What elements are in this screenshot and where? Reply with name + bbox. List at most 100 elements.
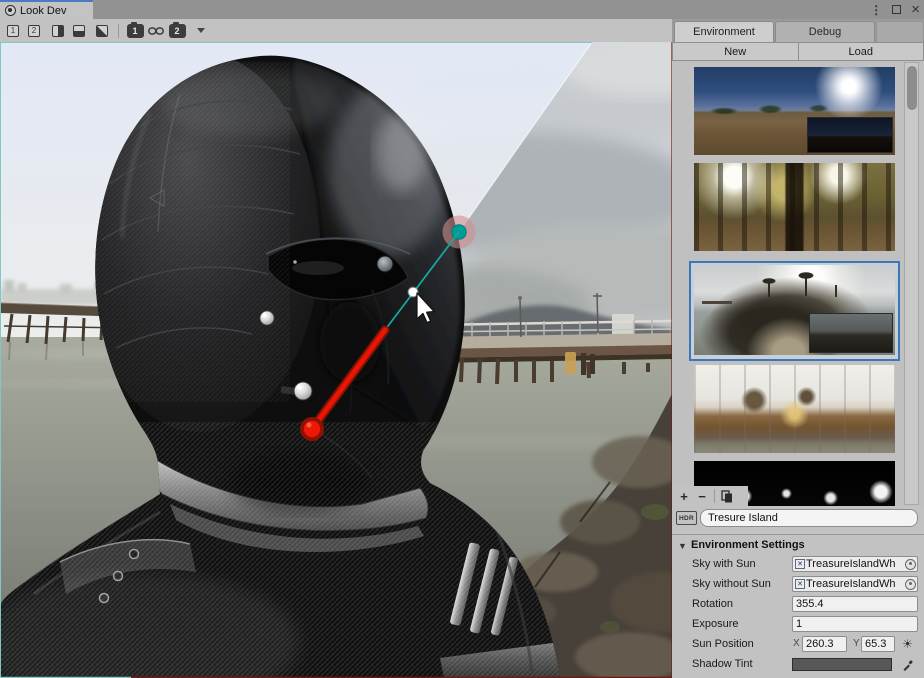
split-horizontal-icon: [73, 25, 85, 37]
lookdev-render[interactable]: [0, 42, 672, 678]
sky-with-sun-label: Sky with Sun: [692, 558, 756, 570]
camera-1-icon: 1: [127, 24, 144, 38]
eye-icon: [5, 5, 16, 16]
sun-position-label: Sun Position: [692, 638, 754, 650]
hdri-inset-preview: [807, 117, 893, 153]
link-icon: [148, 26, 164, 36]
tab-debug[interactable]: Debug: [775, 21, 875, 42]
split-zone-view-button[interactable]: [92, 22, 112, 40]
palm-canopy: [762, 278, 776, 284]
eyedropper-icon: [902, 658, 915, 671]
rotation-input[interactable]: [792, 596, 918, 612]
hdri-inset-preview: [809, 313, 893, 353]
tab-debug-label: Debug: [809, 26, 841, 38]
lookdev-window: Look Dev ⋮ × 1 2 1 2: [0, 0, 924, 678]
sky-with-sun-value: TreasureIslandWh: [806, 558, 905, 570]
hdr-badge: HDR: [676, 511, 697, 525]
environment-settings-header[interactable]: ▼ Environment Settings: [672, 538, 924, 554]
split-horizontal-view-button[interactable]: [69, 22, 89, 40]
hdri-list-toolbar: + −: [672, 486, 748, 506]
hdri-thumbnail-forest[interactable]: [694, 163, 895, 251]
view-1-icon: 1: [7, 25, 19, 37]
thumbnail-scrollbar[interactable]: [904, 62, 919, 505]
load-button[interactable]: Load: [799, 42, 924, 61]
split-vertical-icon: [52, 25, 64, 37]
shadow-tint-row: Shadow Tint: [672, 655, 924, 675]
sun-y-input[interactable]: [861, 636, 895, 652]
sky-without-sun-object-field[interactable]: ✕ TreasureIslandWh: [792, 576, 918, 592]
shadow-tint-swatch[interactable]: [792, 658, 892, 671]
shadow-tint-label: Shadow Tint: [692, 658, 753, 670]
environment-panel: Environment Debug New Load: [672, 19, 924, 678]
cubemap-icon: ✕: [795, 559, 805, 569]
tab-environment[interactable]: Environment: [674, 21, 774, 42]
bolt-dark: [377, 256, 393, 272]
remove-hdri-button[interactable]: −: [694, 487, 710, 505]
sun-y-label: Y: [853, 638, 860, 649]
toolbar-separator: [714, 489, 715, 503]
toolbar-separator: [118, 24, 119, 38]
object-picker-icon[interactable]: [905, 579, 916, 590]
lookdev-toolbar: 1 2 1 2: [0, 19, 672, 42]
object-picker-icon[interactable]: [905, 559, 916, 570]
duplicate-icon: [721, 490, 733, 503]
maximize-icon[interactable]: [892, 5, 901, 14]
tab-environment-label: Environment: [693, 26, 755, 38]
hdri-name-input[interactable]: [700, 509, 918, 527]
separator: [672, 534, 924, 535]
hdri-list: [672, 61, 924, 506]
foldout-triangle-icon[interactable]: ▼: [678, 541, 687, 551]
hdri-thumbnail-treasure-island[interactable]: [694, 265, 895, 355]
chevron-down-icon: [197, 28, 205, 33]
camera-2-button[interactable]: 2: [167, 22, 187, 40]
island-pier: [702, 301, 732, 304]
close-icon[interactable]: ×: [911, 2, 920, 17]
split-center-handle[interactable]: [409, 288, 418, 297]
viewport[interactable]: [0, 42, 672, 678]
cubemap-icon: ✕: [795, 579, 805, 589]
link-cameras-button[interactable]: [146, 22, 166, 40]
single-view-1-button[interactable]: 1: [3, 22, 23, 40]
sky-with-sun-object-field[interactable]: ✕ TreasureIslandWh: [792, 556, 918, 572]
split-diagonal-icon: [96, 25, 108, 37]
camera-1-button[interactable]: 1: [125, 22, 145, 40]
load-button-label: Load: [849, 46, 873, 58]
sky-without-sun-label: Sky without Sun: [692, 578, 771, 590]
camera-dropdown-button[interactable]: [188, 22, 208, 40]
palm-tree: [835, 285, 837, 297]
add-hdri-button[interactable]: +: [676, 487, 692, 505]
tab-empty: [876, 21, 924, 42]
panel-tabbar: Environment Debug: [672, 19, 924, 42]
rotation-row: Rotation: [672, 595, 924, 615]
view-2-icon: 2: [28, 25, 40, 37]
side-by-side-view-button[interactable]: [48, 22, 68, 40]
window-menu-icon[interactable]: ⋮: [870, 4, 882, 16]
split-handle-b[interactable]: [304, 421, 320, 437]
bolt-silver: [294, 382, 312, 400]
sun-x-label: X: [793, 638, 800, 649]
tab-look-dev[interactable]: Look Dev: [0, 0, 93, 19]
new-button[interactable]: New: [672, 42, 799, 61]
duplicate-hdri-button[interactable]: [719, 487, 735, 505]
exposure-row: Exposure: [672, 615, 924, 635]
window-title: Look Dev: [20, 5, 66, 17]
sun-x-input[interactable]: [802, 636, 847, 652]
minus-icon: −: [698, 489, 706, 504]
sun-position-row: Sun Position X Y ☀: [672, 635, 924, 655]
palm-canopy: [798, 272, 814, 279]
scrollbar-thumb[interactable]: [907, 66, 917, 110]
new-button-label: New: [724, 46, 746, 58]
plus-icon: +: [680, 489, 688, 504]
sun-pick-button[interactable]: ☀: [899, 636, 916, 652]
eyedropper-button[interactable]: [901, 657, 916, 672]
hdri-thumbnail-church-interior[interactable]: [694, 365, 895, 453]
sun-icon: ☀: [902, 637, 913, 651]
environment-settings-title: Environment Settings: [691, 539, 805, 551]
sky-with-sun-row: Sky with Sun ✕ TreasureIslandWh: [672, 555, 924, 575]
hdri-thumbnail-sunny-scrubland[interactable]: [694, 67, 895, 155]
window-tabbar: Look Dev ⋮ ×: [0, 0, 924, 19]
exposure-input[interactable]: [792, 616, 918, 632]
single-view-2-button[interactable]: 2: [24, 22, 44, 40]
sky-without-sun-row: Sky without Sun ✕ TreasureIslandWh: [672, 575, 924, 595]
rotation-label: Rotation: [692, 598, 733, 610]
